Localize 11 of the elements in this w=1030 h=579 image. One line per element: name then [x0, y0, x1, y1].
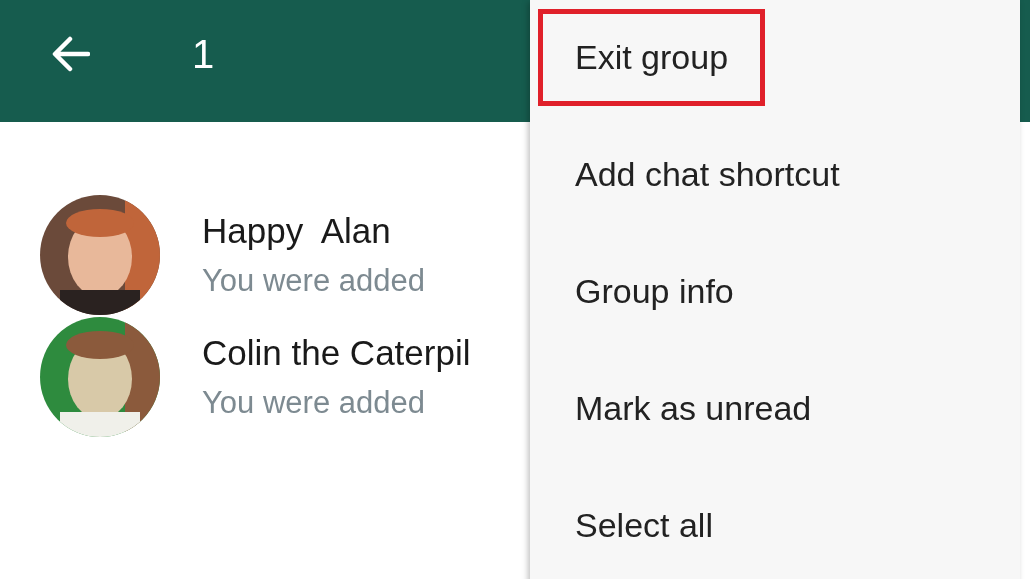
chat-subtitle: You were added [202, 384, 426, 421]
menu-item[interactable]: Select all [538, 477, 750, 574]
back-arrow-icon[interactable] [50, 36, 90, 72]
menu-item[interactable]: Group info [538, 243, 771, 340]
chat-name: Colin the Caterpil [202, 332, 471, 373]
menu-item[interactable]: Add chat shortcut [538, 126, 877, 223]
selected-count: 1 [192, 31, 215, 77]
chat-name: Happy Alan [202, 211, 392, 251]
menu-item[interactable]: Exit group [538, 9, 766, 106]
chat-subtitle: You were added [202, 263, 425, 299]
menu-item[interactable]: Mark as unread [538, 360, 849, 457]
